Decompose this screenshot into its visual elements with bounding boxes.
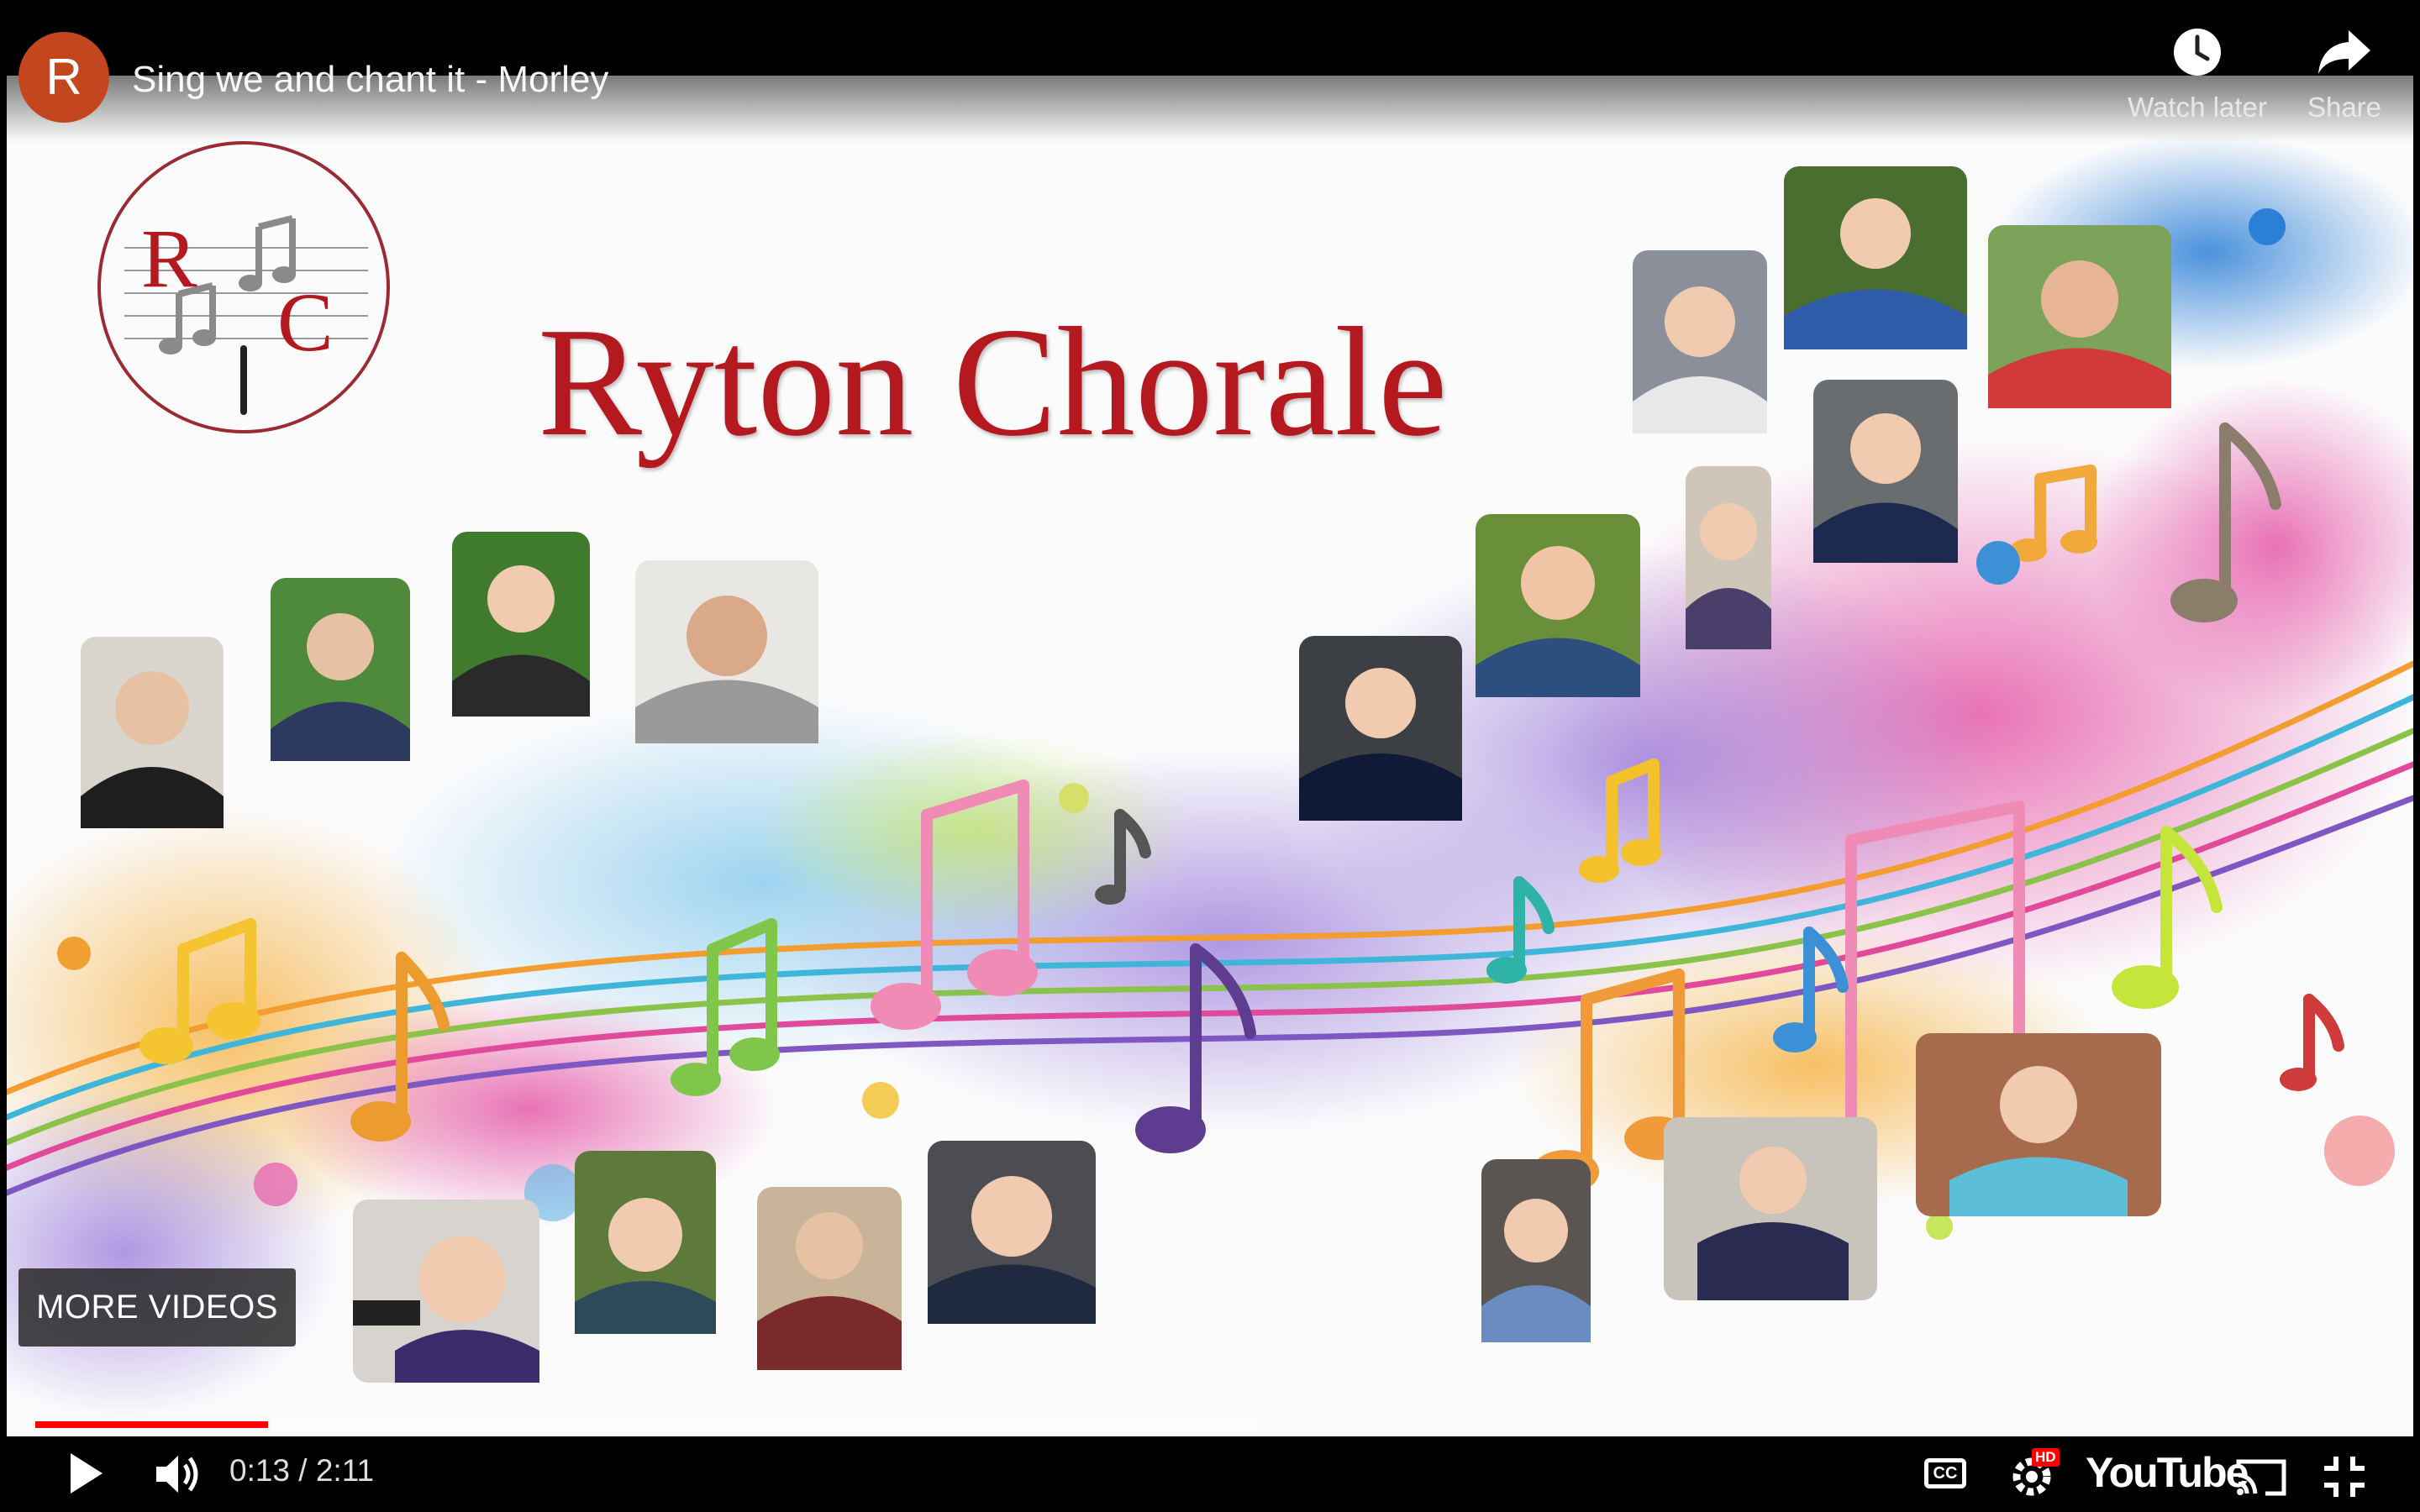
video-frame[interactable]: R C Ryton Chorale <box>7 76 2413 1436</box>
duration: 2:11 <box>315 1453 375 1488</box>
video-player[interactable]: R C Ryton Chorale R Sing we and chant it… <box>0 0 2420 1512</box>
share-button[interactable]: Share <box>2294 25 2395 123</box>
settings-button[interactable]: HD <box>2008 1448 2060 1503</box>
play-button[interactable] <box>66 1450 106 1501</box>
cast-button[interactable] <box>2235 1457 2287 1501</box>
more-videos-button[interactable]: MORE VIDEOS <box>18 1268 296 1347</box>
watch-later-label: Watch later <box>2128 92 2267 123</box>
slide-heading: Ryton Chorale <box>538 296 1448 469</box>
cc-text: CC <box>1933 1464 1958 1483</box>
captions-button[interactable]: CC <box>1924 1458 1966 1488</box>
volume-icon <box>156 1456 198 1493</box>
cc-icon: CC <box>1924 1458 1966 1488</box>
volume-button[interactable] <box>153 1452 203 1501</box>
time-display: 0:13 / 2:11 <box>229 1453 374 1488</box>
share-label: Share <box>2307 92 2382 123</box>
exit-fullscreen-button[interactable] <box>2323 1455 2366 1503</box>
logo-letter-r: R <box>141 212 197 305</box>
logo-letter-c: C <box>277 276 334 369</box>
play-icon <box>71 1453 103 1494</box>
slide-artwork <box>7 134 2413 1420</box>
exit-fullscreen-icon <box>2324 1457 2365 1497</box>
video-title[interactable]: Sing we and chant it - Morley <box>132 59 608 101</box>
clock-icon <box>2170 29 2224 82</box>
youtube-logo-button[interactable]: YouTube <box>2086 1448 2249 1497</box>
watch-later-button[interactable]: Watch later <box>2118 25 2277 123</box>
current-time: 0:13 <box>229 1453 291 1488</box>
progress-bar[interactable] <box>35 1421 2385 1428</box>
channel-avatar[interactable]: R <box>18 32 109 123</box>
progress-played <box>35 1421 269 1428</box>
share-icon <box>2315 30 2374 82</box>
cast-icon <box>2236 1459 2286 1496</box>
control-bar: 0:13 / 2:11 CC HD YouTube <box>0 1436 2420 1512</box>
hd-badge: HD <box>2032 1448 2060 1467</box>
time-separator: / <box>290 1453 316 1488</box>
youtube-wordmark: YouTube <box>2086 1449 2249 1496</box>
